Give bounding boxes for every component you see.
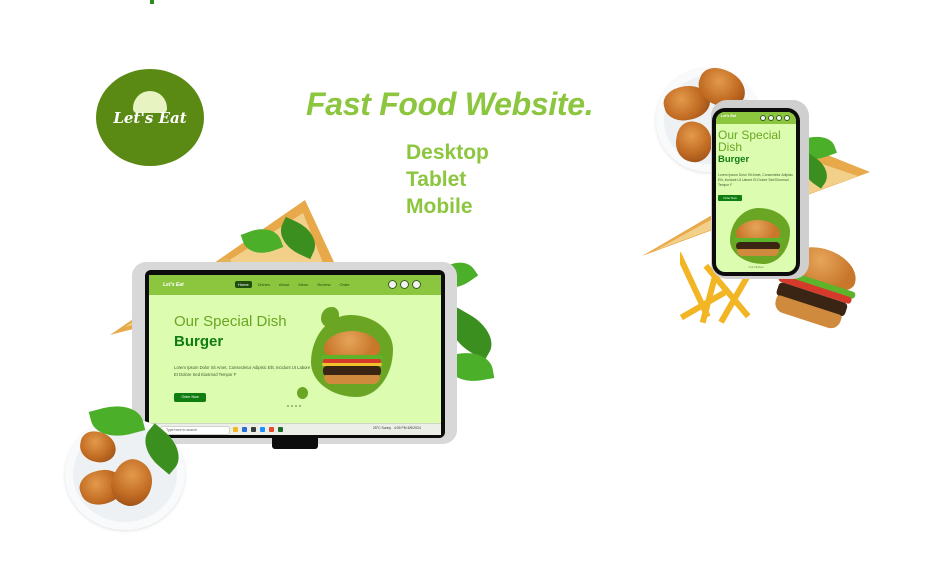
search-icon[interactable]: [388, 280, 397, 289]
carousel-dot[interactable]: [299, 405, 301, 407]
variant-tablet: Tablet: [406, 168, 467, 191]
app-icon[interactable]: [269, 427, 274, 432]
nav-item-about[interactable]: About: [276, 281, 292, 288]
burger-bun-bottom: [737, 249, 779, 256]
site-nav-icons: [388, 280, 421, 289]
menu-icon[interactable]: [760, 115, 766, 121]
hero-description: Lorem Ipsum Dolor Sit Amet, Consectetur …: [174, 365, 311, 377]
folder-icon[interactable]: [233, 427, 238, 432]
mobile-order-now-button[interactable]: Order Now: [718, 195, 742, 201]
brand-logo-text: Let's Eat: [113, 109, 187, 127]
variant-list: Desktop Tablet Mobile: [406, 139, 489, 220]
order-now-button[interactable]: Order Now: [174, 393, 206, 402]
decorative-dot: [150, 0, 154, 4]
search-icon[interactable]: [768, 115, 774, 121]
mobile-nav-icons: [760, 115, 790, 121]
hero-dish-name: Burger: [174, 333, 224, 350]
desktop-screen: Let's Eat Home Dishes About Menu Review …: [149, 275, 441, 423]
cart-icon[interactable]: [412, 280, 421, 289]
cart-icon[interactable]: [784, 115, 790, 121]
clock-date[interactable]: 6/9/2024: [408, 426, 421, 430]
mobile-hero-heading: Our Special Dish: [718, 128, 781, 154]
app-icon[interactable]: [278, 427, 283, 432]
mobile-screen: Let's Eat Our Special Dish Burger Lorem …: [716, 112, 796, 272]
edge-icon[interactable]: [242, 427, 247, 432]
carousel-dot[interactable]: [291, 405, 293, 407]
nav-item-dishes[interactable]: Dishes: [255, 281, 273, 288]
decorative-blob: [297, 387, 308, 399]
carousel-dot[interactable]: [287, 405, 289, 407]
page-headline: Fast Food Website.: [306, 86, 594, 122]
hero-heading: Our Special Dish: [174, 313, 287, 330]
monitor-stand: [272, 437, 318, 449]
mail-icon[interactable]: [260, 427, 265, 432]
taskbar-search-input[interactable]: Type here to search: [160, 426, 230, 435]
site-logo[interactable]: Let's Eat: [163, 279, 189, 291]
burger-image: [736, 220, 780, 240]
nav-item-review[interactable]: Review: [314, 281, 333, 288]
site-nav-menu: Home Dishes About Menu Review Order: [235, 281, 353, 288]
nav-item-home[interactable]: Home: [235, 281, 252, 288]
clock-time[interactable]: 4:09 PM: [394, 426, 407, 430]
store-icon[interactable]: [251, 427, 256, 432]
mobile-hero-dish-name: Burger: [718, 154, 750, 165]
mobile-footer-link[interactable]: Our Dishes: [716, 265, 796, 269]
nav-item-order[interactable]: Order: [337, 281, 353, 288]
taskbar-search-placeholder: Type here to search: [166, 428, 197, 432]
taskbar-tray: 25°C Sunny 4:09 PM 6/9/2024: [373, 426, 421, 430]
windows-taskbar: Type here to search 25°C Sunny 4:09 PM 6…: [149, 423, 441, 435]
burger-bun-bottom: [324, 375, 380, 384]
heart-icon[interactable]: [776, 115, 782, 121]
carousel-dots[interactable]: [287, 405, 301, 407]
mobile-navbar: Let's Eat: [716, 112, 796, 124]
taskbar-apps: [233, 427, 283, 432]
variant-desktop: Desktop: [406, 141, 489, 164]
mobile-hero-description: Lorem Ipsum Dolor Sit Amet, Consectetur …: [718, 173, 794, 188]
brand-logo: Let's Eat: [96, 69, 204, 166]
carousel-dot[interactable]: [295, 405, 297, 407]
nav-item-menu[interactable]: Menu: [295, 281, 311, 288]
site-navbar: Let's Eat Home Dishes About Menu Review …: [149, 275, 441, 295]
mobile-site-logo[interactable]: Let's Eat: [721, 114, 736, 118]
heart-icon[interactable]: [400, 280, 409, 289]
variant-mobile: Mobile: [406, 195, 473, 218]
weather-status[interactable]: 25°C Sunny: [373, 426, 391, 430]
